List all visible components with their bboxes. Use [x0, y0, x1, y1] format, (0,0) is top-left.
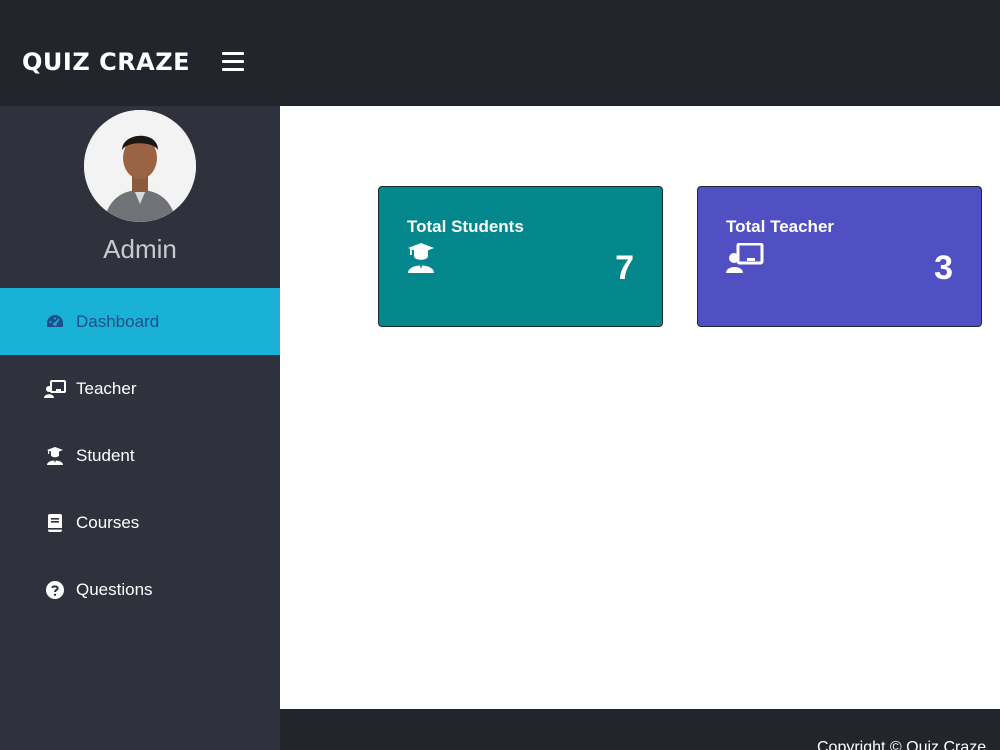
student-icon [44, 446, 66, 466]
user-name: Admin [103, 234, 177, 264]
teacher-icon [726, 242, 764, 275]
student-count: 7 [615, 249, 634, 287]
hamburger-icon[interactable] [222, 52, 244, 72]
brand-logo[interactable]: QUIZ CRAZE [22, 48, 190, 76]
sidebar-item-label: Courses [76, 512, 140, 532]
question-icon [44, 580, 66, 600]
sidebar: Admin Dashboard Teacher Student Courses [0, 106, 280, 750]
top-navbar: QUIZ CRAZE [0, 0, 1000, 106]
student-icon [407, 243, 441, 275]
avatar [84, 110, 196, 222]
sidebar-item-dashboard[interactable]: Dashboard [0, 288, 280, 355]
book-icon [44, 513, 66, 533]
dashboard-icon [44, 312, 66, 332]
sidebar-item-label: Student [76, 445, 135, 465]
sidebar-item-label: Dashboard [76, 311, 160, 331]
sidebar-item-courses[interactable]: Courses [0, 489, 280, 556]
teacher-icon [44, 379, 66, 399]
card-title: Total Students [407, 217, 524, 236]
card-title: Total Teacher [726, 217, 835, 236]
footer: Copyright © Quiz Craze [280, 709, 1000, 750]
total-teacher-card[interactable]: Total Teacher 3 [697, 186, 982, 327]
total-students-card[interactable]: Total Students 7 [378, 186, 663, 327]
sidebar-nav: Dashboard Teacher Student Courses Questi… [0, 288, 280, 623]
sidebar-item-questions[interactable]: Questions [0, 556, 280, 623]
sidebar-item-label: Teacher [76, 378, 137, 398]
sidebar-item-label: Questions [76, 579, 153, 599]
copyright-text: Copyright © Quiz Craze [817, 739, 987, 750]
sidebar-item-student[interactable]: Student [0, 422, 280, 489]
sidebar-item-teacher[interactable]: Teacher [0, 355, 280, 422]
teacher-count: 3 [934, 249, 953, 287]
main-content: Total Students 7 Total Teacher 3 [280, 106, 1000, 709]
